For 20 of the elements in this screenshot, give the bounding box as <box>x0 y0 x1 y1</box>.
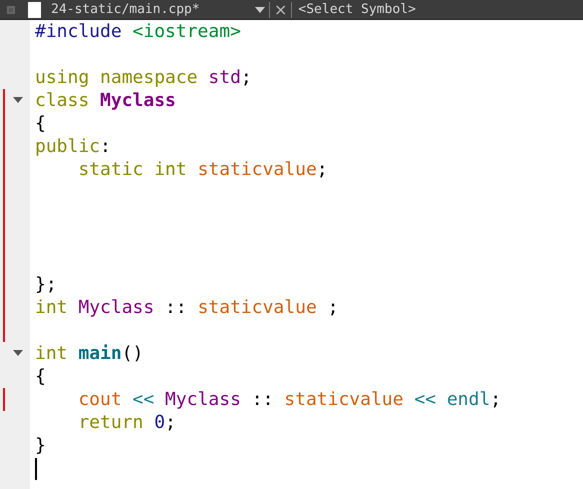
code-line: }; <box>35 273 57 296</box>
caret-icon[interactable] <box>255 6 265 12</box>
code-line: using namespace std; <box>35 66 252 89</box>
fold-icon[interactable] <box>13 350 23 356</box>
code-line: int main() <box>35 342 144 365</box>
code-line: } <box>35 434 46 457</box>
code-line: cout << Myclass :: staticvalue << endl; <box>77 388 502 411</box>
code-line: static int staticvalue; <box>77 158 328 181</box>
document-icon <box>28 2 41 18</box>
code-line: int Myclass :: staticvalue ; <box>35 296 338 319</box>
code-line: public: <box>35 135 111 158</box>
fold-icon[interactable] <box>13 97 23 103</box>
code-line: { <box>35 112 46 135</box>
file-name[interactable]: 24-static/main.cpp* <box>51 2 251 17</box>
code-line: #include <iostream> <box>35 20 241 43</box>
code-line: return 0; <box>77 411 176 434</box>
symbol-dropdown[interactable]: <Select Symbol> <box>298 2 416 17</box>
code-line: class Myclass <box>35 89 176 112</box>
code-line: { <box>35 365 46 388</box>
close-button[interactable]: × <box>274 2 288 18</box>
